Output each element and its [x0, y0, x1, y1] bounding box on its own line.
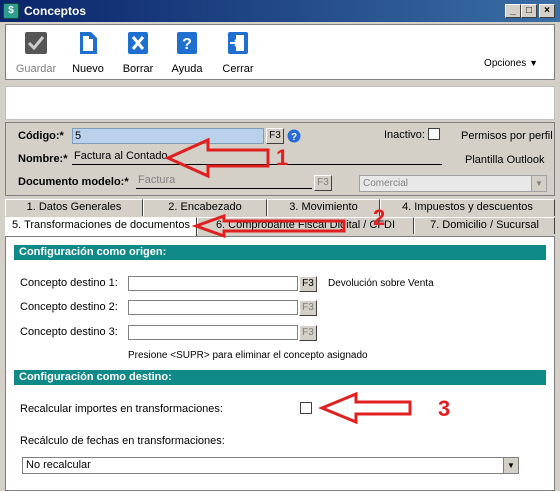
- annotation-number-1: 1: [276, 145, 289, 170]
- annotation-overlay: [164, 137, 412, 425]
- annotation-number-3: 3: [438, 396, 451, 421]
- annotation-arrow-3: [318, 391, 412, 425]
- annotation-arrow-2: [191, 213, 346, 239]
- annotation-number-2: 2: [373, 205, 386, 230]
- annotation-arrow-1: [164, 137, 270, 179]
